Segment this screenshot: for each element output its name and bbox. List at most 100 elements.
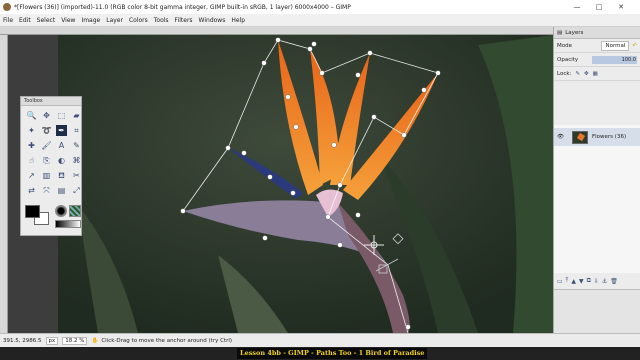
close-button[interactable]: ✕ (612, 0, 630, 14)
path-anchor[interactable] (261, 60, 267, 66)
crop-tool-icon[interactable]: ⌗ (71, 125, 82, 136)
path-anchor[interactable] (421, 87, 427, 93)
zoom-tool-icon[interactable]: 🔍 (26, 110, 37, 121)
video-caption-bar: Lesson 4bb - GIMP - Paths Too - 1 Bird o… (0, 347, 640, 360)
maximize-button[interactable]: □ (590, 0, 608, 14)
merge-down-button[interactable]: ⇩ (594, 278, 599, 285)
zoom-select[interactable]: 18.2 % (62, 336, 88, 345)
heal-tool-icon[interactable]: ✚ (26, 140, 37, 151)
menu-edit[interactable]: Edit (19, 17, 31, 24)
horizontal-ruler[interactable] (0, 27, 553, 35)
gradient-preview[interactable] (55, 220, 81, 228)
path-anchor[interactable] (225, 145, 231, 151)
raise-button[interactable]: ▲ (571, 278, 576, 285)
menu-tools[interactable]: Tools (154, 17, 169, 24)
path-anchor[interactable] (180, 208, 186, 214)
path-anchor[interactable] (367, 50, 373, 56)
menu-layer[interactable]: Layer (106, 17, 123, 24)
duplicate-layer-button[interactable]: ⧉ (587, 277, 591, 285)
image-canvas[interactable] (58, 35, 553, 333)
clone-tool-icon[interactable]: ⎘ (41, 155, 52, 166)
delete-layer-button[interactable]: 🗑 (610, 278, 618, 285)
vertical-ruler[interactable] (0, 35, 8, 333)
unit-select[interactable]: px (45, 336, 59, 345)
path-anchor[interactable] (435, 70, 441, 76)
paths-tool-icon[interactable]: ✒ (56, 125, 67, 136)
path-anchor[interactable] (285, 94, 291, 100)
layer-row[interactable]: 👁 Flowers (36) (554, 128, 640, 146)
opacity-slider[interactable]: 100.0 (592, 55, 637, 64)
path-anchor[interactable] (262, 235, 268, 241)
path-anchor[interactable] (275, 37, 281, 43)
path-anchor[interactable] (241, 150, 247, 156)
path-anchor[interactable] (325, 214, 331, 220)
toolbox-panel[interactable]: Toolbox 🔍 ✥ ⬚ ▰ ✦ ➰ ✒ ⌗ ✚ 🖌 A ✎ ☝ ⎘ ◐ ⌘ ↗ ▥ ⛾ ✂ ⇄ ⤧ ▤ ⤢ (20, 96, 82, 236)
transform-tool-icon[interactable]: ⇄ (26, 185, 37, 196)
warp-tool-icon[interactable]: ⌘ (71, 155, 82, 166)
pattern-preview[interactable] (69, 205, 81, 217)
free-select-icon[interactable]: ➰ (41, 125, 52, 136)
paintbrush-icon[interactable]: 🖌 (41, 140, 52, 151)
path-anchor[interactable] (293, 124, 299, 130)
path-anchor[interactable] (355, 72, 361, 78)
color-swatches[interactable] (25, 205, 51, 227)
unified-transform-icon[interactable]: ⤧ (41, 185, 52, 196)
move-tool-icon[interactable]: ✥ (41, 110, 52, 121)
menu-image[interactable]: Image (81, 17, 100, 24)
lock-pixels-icon[interactable]: ✎ (575, 71, 580, 77)
lock-alpha-icon[interactable]: ▦ (593, 71, 598, 77)
fuzzy-select-icon[interactable]: ✦ (26, 125, 37, 136)
foreground-color-swatch[interactable] (25, 205, 40, 218)
rect-select-icon[interactable]: ⬚ (56, 110, 67, 121)
menu-view[interactable]: View (61, 17, 75, 24)
path-anchor[interactable] (331, 142, 337, 148)
visibility-eye-icon[interactable]: 👁 (557, 134, 564, 140)
text-tool-icon[interactable]: A (56, 140, 67, 151)
mode-reset-icon[interactable]: ↶ (632, 43, 637, 49)
layer-thumbnail[interactable] (571, 130, 588, 144)
dodge-burn-icon[interactable]: ◐ (56, 155, 67, 166)
new-layer-group-button[interactable]: ▭ (557, 278, 563, 285)
path-anchor[interactable] (371, 114, 377, 120)
menu-colors[interactable]: Colors (129, 17, 148, 24)
anchor-layer-button[interactable]: ⚓ (602, 278, 607, 285)
path-anchor[interactable] (337, 242, 343, 248)
menu-help[interactable]: Help (231, 17, 245, 24)
path-anchor[interactable] (337, 182, 343, 188)
menu-file[interactable]: File (3, 17, 13, 24)
align-tool-icon[interactable]: ▤ (56, 185, 67, 196)
menu-select[interactable]: Select (37, 17, 56, 24)
airbrush-icon[interactable]: ↗ (26, 170, 37, 181)
scale-tool-icon[interactable]: ⤢ (71, 185, 82, 196)
path-anchor[interactable] (401, 132, 407, 138)
bucket-fill-icon[interactable]: ⛾ (56, 170, 67, 181)
mode-row: Mode Normal ↶ (554, 39, 640, 53)
path-anchor[interactable] (405, 324, 411, 330)
minimize-button[interactable]: — (568, 0, 586, 14)
mode-label: Mode (557, 42, 572, 49)
smudge-tool-icon[interactable]: ☝ (26, 155, 37, 166)
layer-name[interactable]: Flowers (36) (592, 134, 626, 140)
menu-filters[interactable]: Filters (175, 17, 193, 24)
brush-preview[interactable] (55, 205, 67, 217)
path-anchor[interactable] (355, 212, 361, 218)
measure-tool-icon[interactable]: ✂ (71, 170, 82, 181)
path-anchor[interactable] (311, 41, 317, 47)
lower-layer-button[interactable]: ▼ (579, 278, 584, 285)
layer-list: 👁 Flowers (36) (554, 125, 640, 273)
path-anchor[interactable] (319, 70, 325, 76)
lock-position-icon[interactable]: ✥ (584, 71, 589, 77)
path-anchor[interactable] (267, 174, 273, 180)
eraser-icon[interactable]: ▰ (71, 110, 82, 121)
tab-layers[interactable]: ▤ Layers (554, 27, 640, 39)
menu-windows[interactable]: Windows (199, 17, 226, 24)
raise-layer-button[interactable]: ⤒ (566, 277, 569, 285)
gimp-app-icon (3, 3, 11, 11)
path-anchor[interactable] (290, 190, 296, 196)
path-anchor[interactable] (307, 46, 313, 52)
color-picker-icon[interactable]: ✎ (71, 140, 82, 151)
layers-tab-icon: ▤ (557, 29, 563, 36)
layer-actions: ▭ ⤒ ▲ ▼ ⧉ ⇩ ⚓ 🗑 (554, 275, 640, 287)
mode-select[interactable]: Normal (601, 40, 630, 51)
blend-tool-icon[interactable]: ▥ (41, 170, 52, 181)
